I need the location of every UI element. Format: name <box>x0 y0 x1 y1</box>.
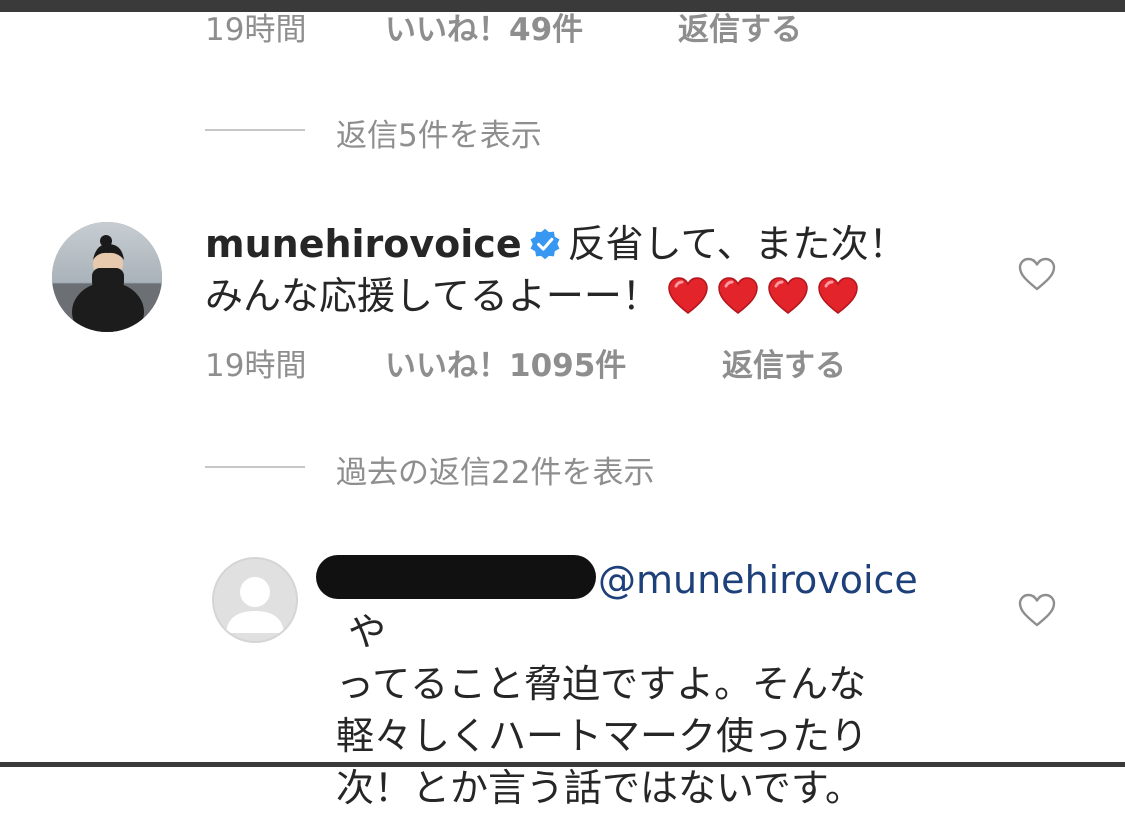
reply-line-3: 軽々しくハートマーク使ったり <box>336 714 869 758</box>
main-comment-likes[interactable]: いいね！1095件 <box>385 340 626 385</box>
view-replies-line <box>205 129 305 131</box>
prev-comment-likes[interactable]: いいね！49件 <box>385 4 583 49</box>
reply-heart-outline-icon[interactable] <box>1017 592 1057 628</box>
heart-outline-icon[interactable] <box>1017 256 1057 292</box>
reply-line-4: 次！とか言う話ではないです。 <box>336 766 864 810</box>
comment-line-1: 反省して、また次！ <box>567 222 907 266</box>
comment-username[interactable]: munehirovoice <box>205 222 522 266</box>
view-past-replies-button[interactable]: 過去の返信22件を表示 <box>336 447 654 492</box>
main-comment-reply-button[interactable]: 返信する <box>722 340 846 385</box>
reply-line-1-tail: や <box>348 610 387 654</box>
red-heart-emoji <box>768 277 808 314</box>
heart-emoji-group <box>660 274 860 318</box>
verified-badge-icon <box>530 228 560 260</box>
view-past-replies-line <box>205 466 305 468</box>
red-heart-emoji <box>818 277 858 314</box>
main-comment-time: 19時間 <box>205 348 307 384</box>
red-heart-emoji <box>718 277 758 314</box>
main-comment-body: munehirovoice 反省して、また次！ みんな応援してるよーー！ <box>205 218 907 322</box>
mention-link[interactable]: @munehirovoice <box>598 558 918 602</box>
default-user-icon <box>226 577 284 633</box>
bottom-edge-bar <box>0 762 1125 767</box>
view-replies-button[interactable]: 返信5件を表示 <box>336 110 542 155</box>
prev-comment-time: 19時間 <box>205 12 307 48</box>
avatar-default[interactable] <box>212 557 298 643</box>
profile-photo <box>52 222 162 332</box>
reply-comment-body: @munehirovoice や ってること脅迫ですよ。そんな 軽々しくハートマー… <box>336 554 956 814</box>
prev-comment-reply-button[interactable]: 返信する <box>678 4 802 49</box>
reply-line-2: ってること脅迫ですよ。そんな <box>336 662 867 706</box>
red-heart-emoji <box>668 277 708 314</box>
comment-line-2: みんな応援してるよーー！ <box>205 274 660 318</box>
avatar-munehirovoice[interactable] <box>52 222 162 332</box>
